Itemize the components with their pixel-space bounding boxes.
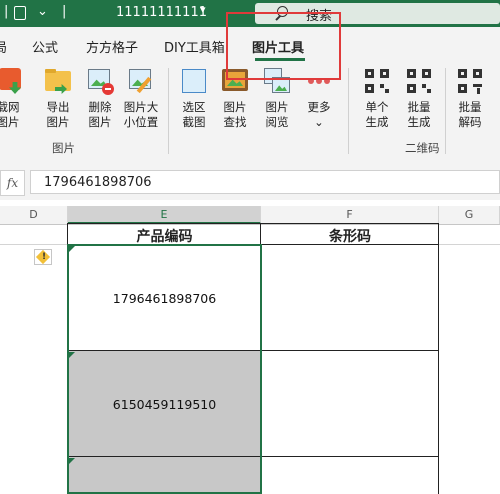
error-indicator-icon (69, 246, 75, 252)
tab-formulas[interactable]: 公式 (32, 37, 58, 56)
file-icon[interactable] (14, 6, 26, 20)
group-label-picture: 图片 (52, 141, 75, 155)
button-label-line2: 图片 (0, 115, 20, 129)
button-label-line2: 生成 (407, 115, 431, 129)
button-label-line2: 小位置 (123, 115, 159, 129)
header-cell-product-code[interactable]: 产品编码 (68, 226, 261, 245)
button-label-line2: 解码 (458, 115, 482, 129)
grid-line (439, 244, 500, 245)
image-size-position-button[interactable]: 图片大 小位置 (121, 66, 161, 130)
product-code-cell[interactable]: 6150459119510 (68, 397, 261, 415)
button-label-line1: 图片 (223, 100, 247, 114)
tab-diy-toolbox[interactable]: DIY工具箱 (164, 37, 225, 56)
active-cell-selection[interactable] (67, 244, 262, 494)
export-image-button[interactable]: 导出 图片 (38, 66, 78, 130)
product-code-cell[interactable]: 1796461898706 (68, 291, 261, 309)
header-cell-barcode[interactable]: 条形码 (261, 226, 439, 245)
button-label-line2: 图片 (88, 115, 112, 129)
button-label-line2: 图片 (46, 115, 70, 129)
screenshot-icon (179, 66, 209, 96)
button-label-line1: 导出 (46, 100, 70, 114)
button-label-line1: 图片 (265, 100, 289, 114)
formula-value: 1796461898706 (44, 175, 152, 190)
more-chevron-icon: ⌄ (314, 115, 324, 129)
qr-code-icon (362, 66, 392, 96)
button-label-line2: 查找 (223, 115, 247, 129)
batch-generate-button[interactable]: 批量 生成 (399, 66, 439, 130)
error-indicator-icon (69, 458, 75, 464)
error-warning-button[interactable]: ! (34, 249, 52, 265)
ribbon-separator (168, 68, 169, 154)
delete-image-icon (85, 66, 115, 96)
image-resize-icon (126, 66, 156, 96)
button-label-line1: 批量 (407, 100, 431, 114)
single-generate-button[interactable]: 单个 生成 (357, 66, 397, 130)
button-label-line1: 批量 (458, 100, 482, 114)
warning-exclamation-icon: ! (42, 252, 47, 262)
button-label-line1: 载网 (0, 100, 20, 114)
column-header-d[interactable]: D (0, 206, 68, 224)
qr-code-batch-icon (404, 66, 434, 96)
grid-line (67, 223, 439, 224)
column-header-e[interactable]: E (68, 206, 261, 224)
window-separator: | (4, 4, 9, 19)
button-label-line2: 阅览 (265, 115, 289, 129)
tab-fangfanggezi[interactable]: 方方格子 (86, 37, 138, 56)
column-header-g[interactable]: G (439, 206, 500, 224)
selection-screenshot-button[interactable]: 选区 截图 (174, 66, 214, 130)
group-label-qr-code: 二维码 (405, 141, 440, 155)
download-web-image-button[interactable]: 载网 图片 (0, 66, 28, 130)
button-label-line2: 截图 (182, 115, 206, 129)
insert-function-button[interactable]: fx (0, 170, 25, 196)
button-label-line1: 单个 (365, 100, 389, 114)
tab-layout[interactable]: 局 (0, 37, 7, 56)
highlight-box (226, 12, 341, 80)
button-label-line2: 生成 (365, 115, 389, 129)
ribbon-separator-3 (445, 68, 446, 154)
batch-decode-button[interactable]: 批量 解码 (450, 66, 490, 130)
qr-decode-icon (455, 66, 485, 96)
qat-dropdown-icon[interactable]: ⌄ (37, 4, 48, 19)
error-indicator-icon (69, 352, 75, 358)
button-label-line1: 更多 (307, 100, 331, 114)
button-label-line1: 删除 (88, 100, 112, 114)
ribbon-separator-2 (348, 68, 349, 154)
column-header-f[interactable]: F (261, 206, 439, 224)
window-separator-2: | (62, 4, 67, 19)
grid-line (0, 244, 67, 245)
grid-line (438, 224, 439, 494)
folder-export-icon (43, 66, 73, 96)
button-label-line1: 选区 (182, 100, 206, 114)
delete-image-button[interactable]: 删除 图片 (80, 66, 120, 130)
download-image-icon (0, 66, 23, 96)
button-label-line1: 图片大 (123, 100, 159, 114)
file-menu-chevron-icon[interactable]: ▾ (200, 3, 206, 16)
file-name[interactable]: 11111111111 (116, 5, 207, 20)
